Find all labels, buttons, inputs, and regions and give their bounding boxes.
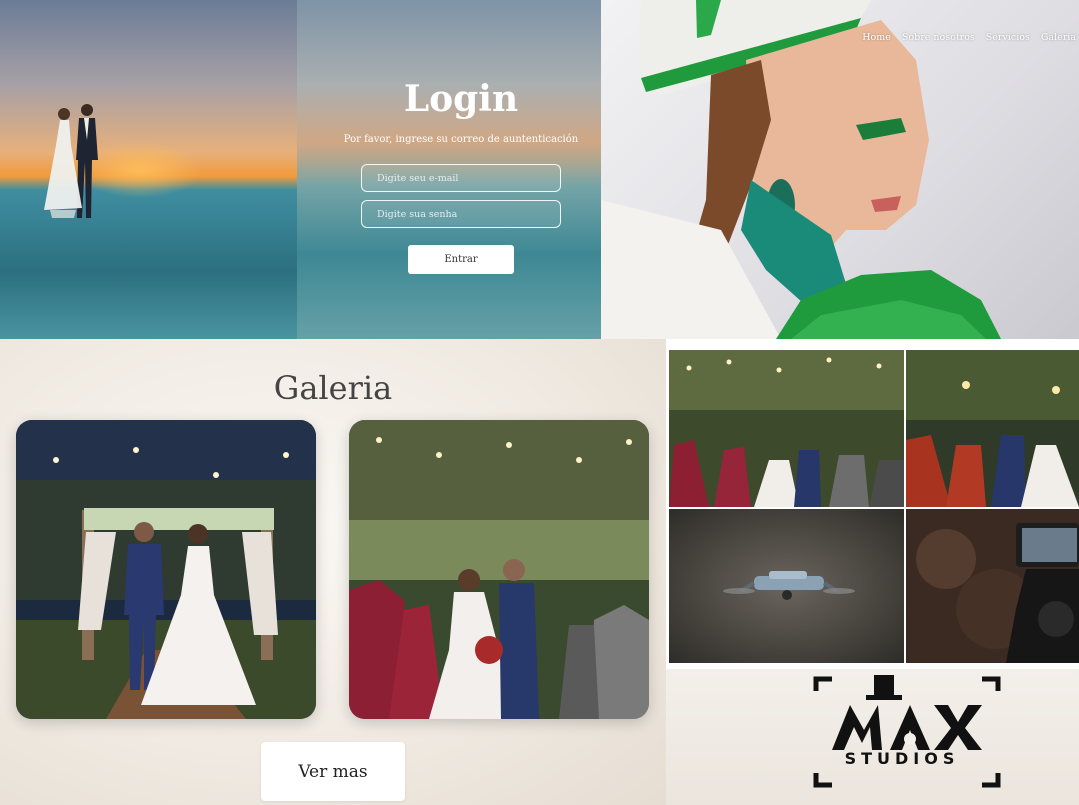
gallery-card-ceremony[interactable] — [16, 420, 316, 719]
camera-monitor-photo — [906, 509, 1079, 663]
login-title: Login — [403, 78, 519, 120]
hero-section: Home Sobre nosotros Servicios Galeria — [601, 0, 1079, 339]
top-nav: Home Sobre nosotros Servicios Galeria — [862, 32, 1076, 43]
grid-photo-reception[interactable] — [669, 350, 904, 507]
nav-item-home[interactable]: Home — [862, 32, 891, 43]
reception-photo — [669, 350, 904, 507]
nav-item-servicios[interactable]: Servicios — [986, 32, 1030, 43]
ver-mas-button[interactable]: Ver mas — [261, 742, 405, 801]
gallery-title: Galeria — [273, 369, 393, 407]
grid-photo-camera[interactable] — [906, 509, 1079, 663]
nav-item-sobre-nosotros[interactable]: Sobre nosotros — [902, 32, 975, 43]
max-studios-logo — [813, 675, 1001, 788]
ceremony-night-photo — [16, 420, 316, 719]
login-section: Login Por favor, ingrese su correo de au… — [0, 0, 601, 339]
couple-silhouette-image — [44, 104, 98, 218]
bubbles-celebration-photo — [349, 420, 649, 719]
nav-item-galeria[interactable]: Galeria — [1041, 32, 1076, 43]
gallery-card-celebration[interactable] — [349, 420, 649, 719]
drone-photo — [669, 509, 904, 663]
email-field[interactable] — [361, 164, 561, 192]
photo-grid — [666, 339, 1079, 669]
logo-subtitle: STUDIOS — [844, 749, 960, 768]
sparklers-photo — [906, 350, 1079, 507]
entrar-button[interactable]: Entrar — [408, 245, 514, 274]
password-field[interactable] — [361, 200, 561, 228]
grid-photo-drone[interactable] — [669, 509, 904, 663]
grid-photo-sparklers[interactable] — [906, 350, 1079, 507]
logo-area: STUDIOS — [666, 669, 1079, 805]
gallery-section: Galeria Ver mas — [0, 339, 666, 805]
costumed-woman-portrait-image — [601, 0, 1001, 339]
login-subtitle: Por favor, ingrese su correo de auntenti… — [343, 134, 579, 145]
